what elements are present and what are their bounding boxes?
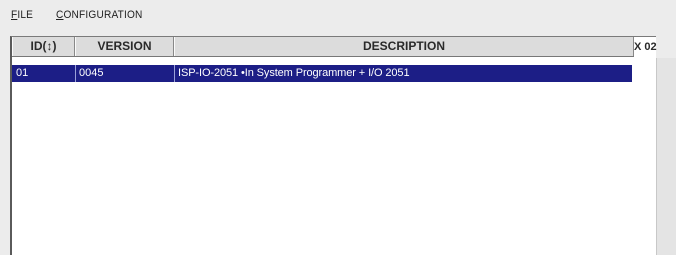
row-version-cell: 0045 — [75, 65, 172, 82]
programmer-list-view[interactable]: ID(↕) VERSION DESCRIPTION 01 0045 ISP-IO… — [10, 36, 656, 255]
table-row[interactable]: 01 0045 ISP-IO-2051 •In System Programme… — [12, 65, 632, 82]
column-header-version[interactable]: VERSION — [75, 37, 174, 56]
menu-bar: FILE CONFIGURATION — [0, 0, 676, 34]
app-window: FILE CONFIGURATION ID(↕) VERSION DESCRIP… — [0, 0, 676, 255]
column-header-description[interactable]: DESCRIPTION — [174, 37, 634, 56]
list-header: ID(↕) VERSION DESCRIPTION — [12, 37, 634, 57]
vertical-scrollbar[interactable] — [656, 58, 676, 255]
menu-file[interactable]: FILE — [11, 9, 33, 21]
row-id-cell: 01 — [16, 67, 29, 79]
menu-file-label: ILE — [17, 9, 34, 21]
menu-configuration[interactable]: CONFIGURATION — [56, 9, 143, 21]
column-header-id[interactable]: ID(↕) — [12, 37, 75, 56]
item-count-label: X 02 — [634, 41, 657, 53]
row-description-cell: ISP-IO-2051 •In System Programmer + I/O … — [174, 65, 632, 82]
menu-configuration-label: ONFIGURATION — [63, 9, 143, 21]
